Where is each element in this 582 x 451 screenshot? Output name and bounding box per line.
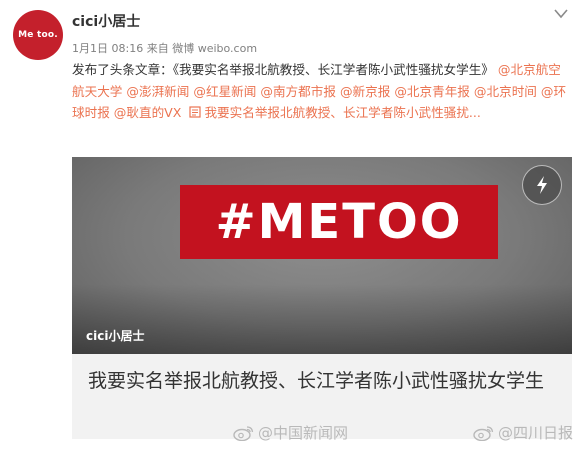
chevron-down-icon[interactable] bbox=[553, 8, 569, 20]
username[interactable]: cici小居士 bbox=[72, 11, 140, 31]
mention-link[interactable]: @北京时间 bbox=[474, 84, 537, 99]
post-meta: 1月1日 08:16 来自 微博 weibo.com bbox=[72, 40, 257, 56]
weibo-logo-icon bbox=[233, 425, 254, 441]
watermark: @中国新闻网 bbox=[233, 422, 348, 443]
card-title[interactable]: 我要实名举报北航教授、长江学者陈小武性骚扰女学生 bbox=[88, 367, 560, 396]
mention-link[interactable]: @新京报 bbox=[340, 84, 390, 99]
mention-link[interactable]: @北京青年报 bbox=[394, 84, 470, 99]
mention-link[interactable]: @南方都市报 bbox=[260, 84, 336, 99]
article-link[interactable]: 我要实名举报北航教授、长江学者陈小武性骚扰... bbox=[204, 105, 480, 120]
article-icon bbox=[189, 106, 202, 118]
watermark-text: @四川日报 bbox=[498, 424, 574, 442]
article-cover[interactable]: #METOO cici小居士 bbox=[72, 157, 572, 354]
mention-link[interactable]: @红星新闻 bbox=[193, 84, 256, 99]
mention-link[interactable]: @澎湃新闻 bbox=[126, 84, 189, 99]
mention-link[interactable]: @耿直的VX bbox=[114, 105, 182, 120]
avatar[interactable]: Me too. bbox=[13, 10, 63, 60]
flash-button[interactable] bbox=[522, 165, 562, 205]
post-text: 发布了头条文章：《我要实名举报北航教授、长江学者陈小武性骚扰女学生》 @北京航空… bbox=[72, 59, 572, 124]
metoo-banner: #METOO bbox=[180, 185, 498, 259]
post-source[interactable]: 微博 weibo.com bbox=[172, 42, 257, 55]
watermark-text: @中国新闻网 bbox=[258, 424, 349, 442]
post-intro: 发布了头条文章：《我要实名举报北航教授、长江学者陈小武性骚扰女学生》 bbox=[72, 62, 494, 77]
flash-icon bbox=[537, 176, 547, 194]
post-date[interactable]: 1月1日 08:16 bbox=[72, 42, 143, 55]
article-card[interactable]: #METOO cici小居士 我要实名举报北航教授、长江学者陈小武性骚扰女学生 bbox=[72, 157, 572, 439]
source-prefix: 来自 bbox=[146, 42, 169, 55]
watermark: @四川日报 bbox=[473, 422, 573, 443]
card-author-overlay: cici小居士 bbox=[86, 329, 145, 343]
weibo-logo-icon bbox=[473, 425, 494, 441]
cover-shadow bbox=[72, 284, 572, 354]
